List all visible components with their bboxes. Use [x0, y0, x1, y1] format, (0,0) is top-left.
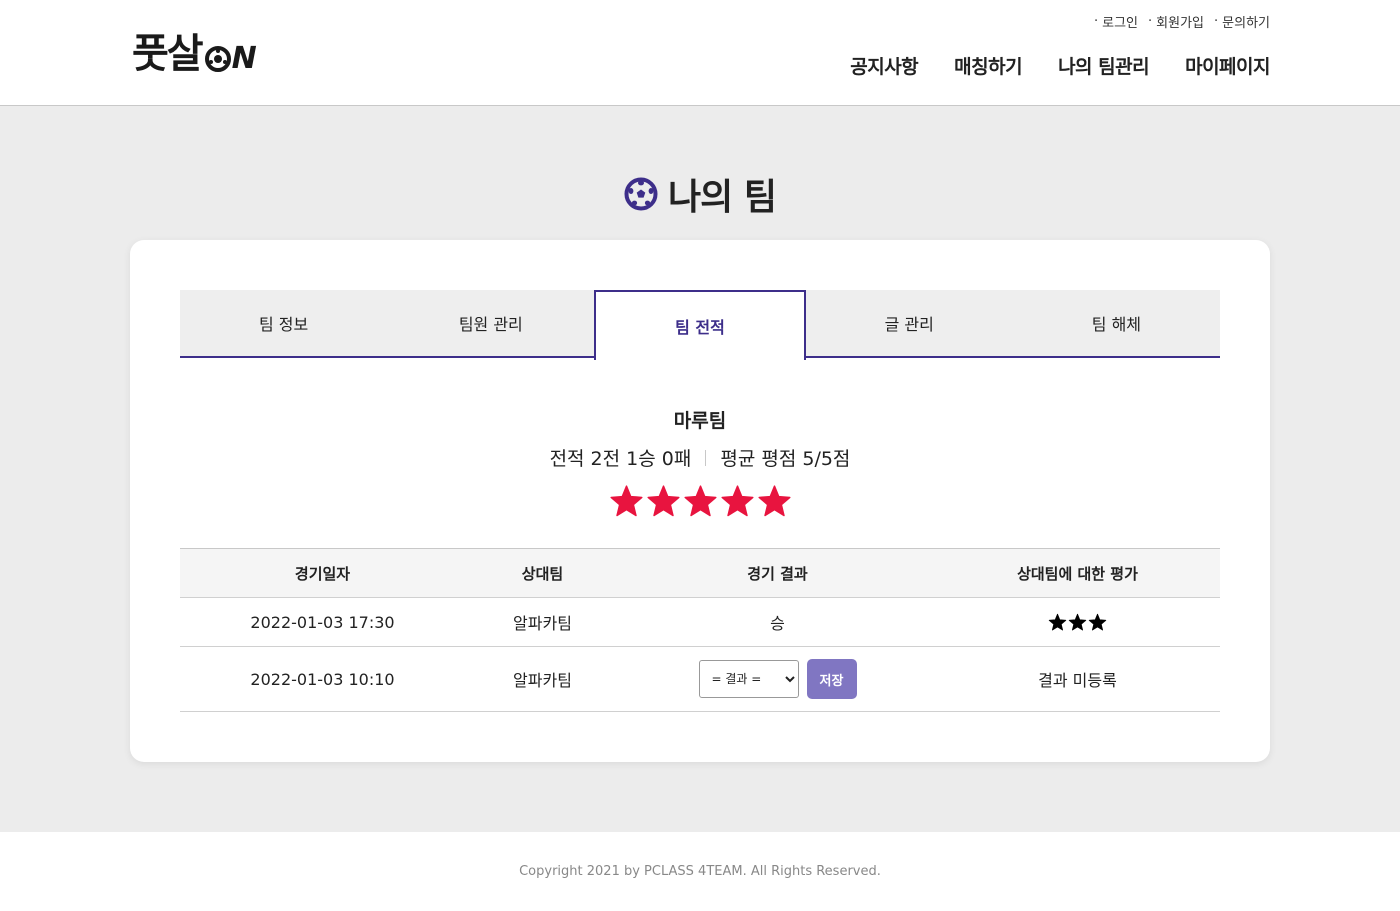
- team-rating-stars: [130, 484, 1270, 519]
- tab-team-record[interactable]: 팀 전적: [594, 290, 806, 360]
- star-icon: [1088, 613, 1107, 631]
- contact-link[interactable]: 문의하기: [1214, 12, 1270, 31]
- tab-post-management[interactable]: 글 관리: [806, 290, 1013, 356]
- match-record-table: 경기일자 상대팀 경기 결과 상대팀에 대한 평가 2022-01-03 17:…: [180, 548, 1220, 712]
- team-name: 마루팀: [673, 410, 727, 432]
- save-button[interactable]: 저장: [806, 659, 857, 699]
- header-opponent: 상대팀: [465, 548, 620, 598]
- stats-divider: [705, 449, 707, 466]
- header-result: 경기 결과: [620, 548, 935, 598]
- logo-n: N: [231, 41, 257, 76]
- star-icon: [720, 485, 754, 517]
- nav-notices[interactable]: 공지사항: [850, 52, 918, 79]
- match-result: 승: [620, 597, 935, 647]
- header-match-date: 경기일자: [180, 548, 465, 598]
- opponent-evaluation: 결과 미등록: [935, 646, 1220, 712]
- table-row: 2022-01-03 17:30 알파카팀 승: [180, 597, 1220, 647]
- team-record-card: 팀 정보 팀원 관리 팀 전적 글 관리 팀 해체 마루팀 전적 2전 1승 0…: [130, 240, 1270, 762]
- soccer-ball-logo-icon: [204, 46, 231, 72]
- tab-member-management[interactable]: 팀원 관리: [387, 290, 594, 356]
- logo-on: N: [204, 44, 257, 74]
- page-title-text: 나의 팀: [668, 177, 777, 218]
- star-icon: [683, 485, 717, 517]
- site-header: 풋살 N 로그인 회원가입 문의하기 공지사항 매칭하기 나의 팀관리 마이페이…: [0, 0, 1400, 106]
- soccer-ball-icon: [624, 177, 658, 211]
- site-footer: Copyright 2021 by PCLASS 4TEAM. All Righ…: [0, 832, 1400, 911]
- table-header-row: 경기일자 상대팀 경기 결과 상대팀에 대한 평가: [180, 548, 1220, 598]
- team-average-rating: 평균 평점 5/5점: [720, 448, 851, 470]
- result-select[interactable]: = 결과 =: [698, 660, 799, 698]
- star-icon: [1048, 613, 1067, 631]
- star-icon: [646, 485, 680, 517]
- copyright-text: Copyright 2021 by PCLASS 4TEAM. All Righ…: [519, 864, 881, 879]
- utility-nav: 로그인 회원가입 문의하기: [1094, 12, 1270, 31]
- logo-text: 풋살: [132, 31, 204, 77]
- team-tabs: 팀 정보 팀원 관리 팀 전적 글 관리 팀 해체: [180, 290, 1220, 360]
- signup-link[interactable]: 회원가입: [1148, 12, 1204, 31]
- header-evaluation: 상대팀에 대한 평가: [935, 548, 1220, 598]
- match-date: 2022-01-03 10:10: [180, 646, 465, 712]
- nav-my-team[interactable]: 나의 팀관리: [1058, 52, 1150, 79]
- nav-mypage[interactable]: 마이페이지: [1185, 52, 1270, 79]
- login-link[interactable]: 로그인: [1094, 12, 1138, 31]
- page-title: 나의 팀: [0, 168, 1400, 220]
- tab-team-disband[interactable]: 팀 해체: [1013, 290, 1220, 356]
- star-icon: [757, 485, 791, 517]
- opponent-evaluation: [935, 597, 1220, 647]
- star-icon: [609, 485, 643, 517]
- team-record-summary: 전적 2전 1승 0패: [549, 448, 692, 470]
- opponent-team: 알파카팀: [465, 646, 620, 712]
- team-stats: 전적 2전 1승 0패 평균 평점 5/5점: [130, 444, 1270, 471]
- star-icon: [1068, 613, 1087, 631]
- evaluation-stars: [1048, 613, 1107, 632]
- result-input-group: = 결과 = 저장: [620, 659, 935, 699]
- tab-team-info[interactable]: 팀 정보: [180, 290, 387, 356]
- main-nav: 공지사항 매칭하기 나의 팀관리 마이페이지: [850, 52, 1270, 79]
- match-result-cell: = 결과 = 저장: [620, 646, 935, 712]
- match-date: 2022-01-03 17:30: [180, 597, 465, 647]
- table-row: 2022-01-03 10:10 알파카팀 = 결과 = 저장 결과 미등록: [180, 646, 1220, 712]
- site-logo[interactable]: 풋살 N: [132, 26, 257, 78]
- opponent-team: 알파카팀: [465, 597, 620, 647]
- nav-matching[interactable]: 매칭하기: [954, 52, 1022, 79]
